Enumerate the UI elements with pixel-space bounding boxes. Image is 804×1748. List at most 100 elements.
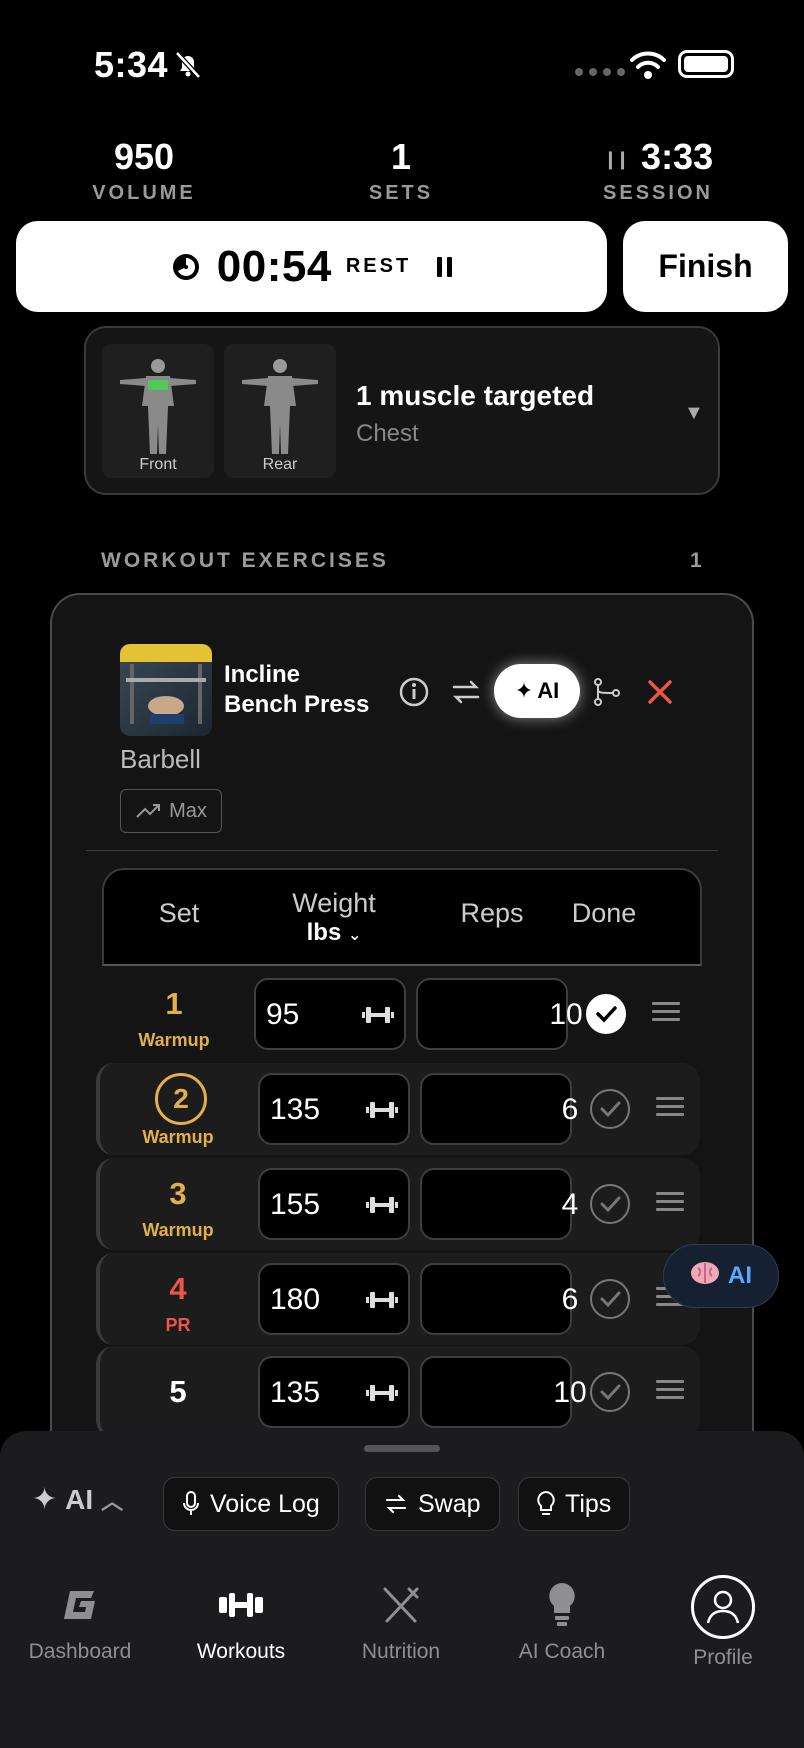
tab-dashboard[interactable]: Dashboard — [0, 1570, 160, 1664]
set-row: 4 PR 180 6 — [96, 1253, 700, 1345]
timer-icon — [172, 253, 199, 280]
expand-caret-icon[interactable]: ▼ — [684, 402, 704, 425]
set-row: 1 Warmup 95 10 — [96, 968, 700, 1060]
person-icon — [706, 1590, 740, 1624]
weight-input[interactable]: 180 — [258, 1263, 410, 1335]
tab-nutrition[interactable]: Nutrition — [321, 1570, 481, 1664]
lightbulb-icon — [549, 1583, 575, 1626]
tips-label: Tips — [565, 1489, 612, 1518]
weight-input[interactable]: 135 — [258, 1356, 410, 1428]
exercise-equipment: Barbell — [120, 744, 201, 774]
checkmark-icon — [596, 1006, 617, 1023]
reps-input[interactable]: 10 — [420, 1356, 587, 1428]
muscle-summary-card[interactable]: Front Rear 1 muscle targeted Chest ▼ — [84, 326, 720, 495]
signal-dots-icon — [575, 68, 625, 76]
reps-input[interactable]: 6 — [420, 1073, 578, 1145]
exercise-thumbnail[interactable] — [120, 644, 212, 736]
session-label: SESSION — [603, 182, 713, 204]
sets-table-header: Set Weight lbs ⌄ Reps Done — [102, 868, 702, 966]
chevron-down-icon: ⌄ — [347, 927, 362, 944]
swap-icon[interactable] — [446, 672, 486, 712]
weight-input[interactable]: 95 — [254, 978, 406, 1050]
set-number[interactable]: 1 — [134, 986, 214, 1022]
set-number[interactable]: 4 — [138, 1271, 218, 1307]
stat-sets: 1 SETS — [301, 136, 501, 205]
done-checkbox[interactable] — [586, 994, 626, 1034]
finish-button[interactable]: Finish — [623, 221, 788, 312]
set-row: 3 Warmup 155 4 — [96, 1158, 700, 1250]
set-number[interactable]: 5 — [138, 1374, 218, 1410]
sheet-grabber[interactable] — [364, 1445, 440, 1452]
status-time: 5:34 — [94, 44, 169, 85]
done-checkbox[interactable] — [590, 1089, 630, 1129]
drag-handle-icon[interactable] — [656, 1097, 684, 1121]
exercise-ai-label: AI — [537, 678, 560, 703]
reps-input[interactable]: 6 — [420, 1263, 578, 1335]
chevron-up-icon: ︿ — [101, 1488, 124, 1514]
tab-nutrition-label: Nutrition — [361, 1640, 441, 1663]
dumbbell-icon — [366, 1292, 398, 1308]
bell-muted-icon — [172, 48, 204, 80]
header-set: Set — [158, 898, 200, 928]
tab-ai-coach[interactable]: AI Coach — [482, 1570, 642, 1664]
info-icon[interactable] — [394, 672, 434, 712]
reps-input[interactable]: 10 — [416, 978, 583, 1050]
exercise-name-line1: Incline — [224, 661, 301, 688]
header-reps: Reps — [460, 898, 524, 928]
checkmark-icon — [600, 1291, 621, 1308]
rest-timer[interactable]: 00:54 REST — [16, 221, 607, 312]
done-checkbox[interactable] — [590, 1279, 630, 1319]
front-body-thumbnail: Front — [102, 344, 214, 478]
stat-volume: 950 VOLUME — [44, 136, 244, 205]
dumbbell-icon — [366, 1197, 398, 1213]
drag-handle-icon[interactable] — [652, 1002, 680, 1026]
tab-ai-coach-label: AI Coach — [518, 1640, 606, 1663]
rear-label: Rear — [262, 456, 298, 473]
weight-value: 135 — [270, 1093, 321, 1126]
max-button[interactable]: Max — [120, 789, 222, 833]
microphone-icon — [183, 1491, 199, 1515]
set-type: PR — [165, 1315, 191, 1335]
done-checkbox[interactable] — [590, 1184, 630, 1224]
weight-input[interactable]: 135 — [258, 1073, 410, 1145]
fork-knife-icon — [383, 1587, 419, 1623]
weight-value: 135 — [270, 1376, 321, 1409]
reps-input[interactable]: 4 — [420, 1168, 578, 1240]
dumbbell-icon — [362, 1007, 394, 1023]
header-weight[interactable]: Weight lbs ⌄ — [264, 888, 404, 951]
set-number[interactable]: 3 — [138, 1176, 218, 1212]
stat-session[interactable]: ❙❙ 3:33 SESSION — [558, 136, 758, 205]
tab-profile[interactable]: Profile — [643, 1568, 803, 1670]
lightbulb-icon — [537, 1491, 555, 1515]
section-count: 1 — [690, 549, 702, 572]
swap-chip[interactable]: Swap — [365, 1477, 500, 1531]
done-checkbox[interactable] — [590, 1372, 630, 1412]
volume-value: 950 — [113, 136, 175, 177]
weight-input[interactable]: 155 — [258, 1168, 410, 1240]
tips-chip[interactable]: Tips — [518, 1477, 631, 1531]
sets-label: SETS — [368, 182, 434, 204]
set-type: Warmup — [142, 1220, 214, 1240]
ai-toggle[interactable]: ✦ AI ︿ — [32, 1482, 123, 1517]
rest-pause-icon[interactable] — [437, 256, 453, 277]
dumbbell-icon — [366, 1385, 398, 1401]
tab-workouts[interactable]: Workouts — [161, 1570, 321, 1664]
voice-log-chip[interactable]: Voice Log — [163, 1477, 339, 1531]
weight-value: 155 — [270, 1188, 321, 1221]
set-number[interactable]: 2 — [155, 1073, 207, 1125]
checkmark-icon — [600, 1101, 621, 1118]
muscle-count-title: 1 muscle targeted — [356, 380, 595, 411]
remove-exercise-icon[interactable] — [640, 672, 680, 712]
drag-handle-icon[interactable] — [656, 1192, 684, 1216]
avatar — [691, 1575, 755, 1639]
session-pause-icon[interactable]: ❙❙ — [603, 149, 630, 170]
muscle-list: Chest — [356, 420, 419, 447]
exercise-ai-button[interactable]: ✦ AI — [494, 664, 580, 718]
set-type: Warmup — [138, 1030, 210, 1050]
drag-handle-icon[interactable] — [656, 1380, 684, 1404]
trend-up-icon — [136, 804, 161, 818]
branch-icon[interactable] — [586, 672, 626, 712]
unit-selector[interactable]: lbs ⌄ — [264, 918, 404, 951]
exercise-name[interactable]: Incline Bench Press — [224, 660, 369, 720]
floating-ai-button[interactable]: AI — [663, 1244, 779, 1308]
